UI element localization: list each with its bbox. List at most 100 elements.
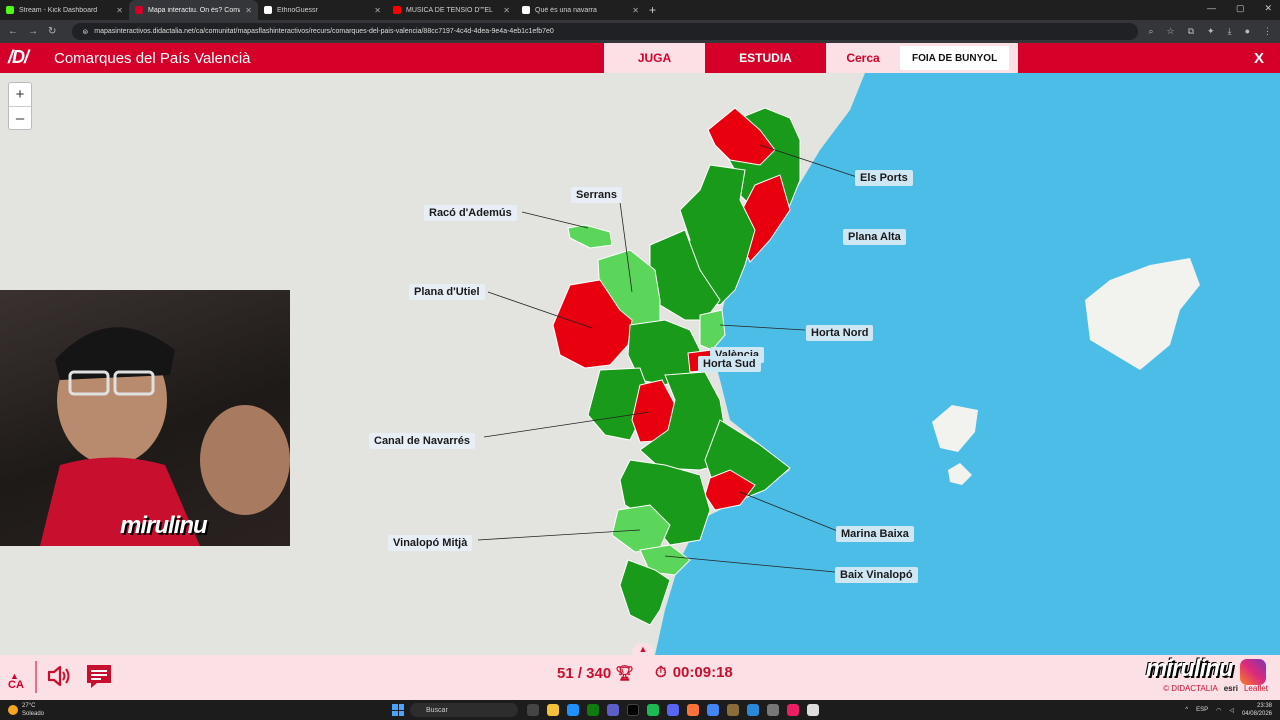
xbox-icon[interactable] xyxy=(587,704,599,716)
volume-icon[interactable]: ◁ xyxy=(1229,707,1234,714)
window-close-icon[interactable]: ✕ xyxy=(1264,3,1272,14)
taskbar-search[interactable]: Buscar xyxy=(410,703,518,717)
site-info-icon[interactable]: ⊜ xyxy=(82,28,88,36)
zoom-in-button[interactable]: + xyxy=(9,83,31,106)
teams-icon[interactable] xyxy=(607,704,619,716)
credit-esri[interactable]: esri xyxy=(1224,684,1238,693)
task-view-icon[interactable] xyxy=(527,704,539,716)
app-header: /D/ Comarques del País Valencià JUGA EST… xyxy=(0,43,1280,73)
close-game-button[interactable]: X xyxy=(1254,50,1264,67)
browser-tab-active[interactable]: Mapa interactiu. On és? Comarque ✕ xyxy=(129,0,258,20)
stopwatch-icon: ⏱︎ xyxy=(655,664,667,681)
downloads-icon[interactable]: ⤓ xyxy=(1228,26,1232,37)
app-icon[interactable] xyxy=(727,704,739,716)
tab-title: MÚSICA DE TENSIÓ D""EL xyxy=(406,6,493,14)
tab-close-icon[interactable]: ✕ xyxy=(503,6,510,15)
maximize-icon[interactable]: ▢ xyxy=(1236,3,1245,14)
tab-title: Stream - Kick Dashboard xyxy=(19,6,98,14)
search-prompt: Cerca FOIA DE BUNYOL xyxy=(826,43,1018,73)
tray-overflow-icon[interactable]: ^ xyxy=(1185,707,1188,713)
map-label-canal-de-navarres: Canal de Navarrés xyxy=(369,433,475,449)
game-footer: ▲ ▲ CA 51 / 340 🏆︎ ⏱︎ 00:09:18 mirulinu … xyxy=(0,643,1280,700)
map-label-horta-nord: Horta Nord xyxy=(806,325,874,341)
profile-avatar-icon[interactable]: ● xyxy=(1245,26,1250,37)
score-counter: 51 / 340 🏆︎ xyxy=(557,664,635,683)
clock[interactable]: 23:38 04/08/2026 xyxy=(1242,702,1272,718)
tab-title: Mapa interactiu. On és? Comarque xyxy=(148,6,240,14)
forward-icon[interactable]: → xyxy=(28,26,38,37)
browser-tab[interactable]: MÚSICA DE TENSIÓ D""EL ✕ xyxy=(387,0,516,20)
browser-tab[interactable]: Stream - Kick Dashboard ✕ xyxy=(0,0,129,20)
zoom-out-button[interactable]: – xyxy=(9,106,31,129)
streamer-brand: mirulinu xyxy=(1146,655,1266,685)
language-code: CA xyxy=(8,679,24,691)
url-field[interactable]: ⊜ mapasinteractivos.didactalia.net/ca/co… xyxy=(72,23,1139,40)
input-language[interactable]: ESP xyxy=(1196,707,1208,713)
tab-close-icon[interactable]: ✕ xyxy=(374,6,381,15)
wifi-icon[interactable]: ◠ xyxy=(1216,707,1221,714)
expand-chevron-icon[interactable]: ▲ xyxy=(632,643,654,655)
trophy-icon: 🏆︎ xyxy=(615,665,635,682)
tab-close-icon[interactable]: ✕ xyxy=(116,6,123,15)
clock-date: 04/08/2026 xyxy=(1241,711,1272,717)
tab-favicon-icon xyxy=(264,6,272,14)
search-target: FOIA DE BUNYOL xyxy=(900,46,1010,70)
new-tab-icon[interactable]: + xyxy=(649,3,656,17)
reload-icon[interactable]: ↻ xyxy=(48,26,56,37)
credit-didactalia[interactable]: © DIDACTALIA xyxy=(1163,684,1218,693)
tiktok-icon[interactable] xyxy=(627,704,639,716)
browser-tab-strip: Stream - Kick Dashboard ✕ Mapa interactiu… xyxy=(0,0,1280,20)
play-mode-tab[interactable]: JUGA xyxy=(604,43,705,73)
start-button-icon[interactable] xyxy=(392,704,404,716)
map-label-els-ports: Els Ports xyxy=(855,170,913,186)
zoom-page-icon[interactable]: ⌕ xyxy=(1148,26,1153,37)
minimize-icon[interactable]: — xyxy=(1207,3,1216,14)
browser-tab[interactable]: EthnoGuessr ✕ xyxy=(258,0,387,20)
tab-close-icon[interactable]: ✕ xyxy=(245,6,252,15)
browser-menu-icon[interactable]: ⋮ xyxy=(1263,26,1272,37)
weather-widget[interactable]: 27°C Soleado xyxy=(8,702,44,718)
study-mode-tab[interactable]: ESTUDIA xyxy=(706,43,825,73)
url-text: mapasinteractivos.didactalia.net/ca/comu… xyxy=(94,28,554,35)
taskbar-apps xyxy=(527,704,819,716)
browser-toolbar-icons: ⌕ ☆ ⧉ ✦ ⤓ ● ⋮ xyxy=(1148,26,1272,37)
sound-icon[interactable] xyxy=(46,663,72,689)
tab-favicon-icon xyxy=(522,6,530,14)
spotify-icon[interactable] xyxy=(647,704,659,716)
chat-icon[interactable] xyxy=(85,662,113,690)
file-explorer-icon[interactable] xyxy=(547,704,559,716)
map-label-marina-baixa: Marina Baixa xyxy=(836,526,914,542)
window-controls: — ▢ ✕ xyxy=(1207,3,1272,14)
back-icon[interactable]: ← xyxy=(8,26,18,37)
tab-close-icon[interactable]: ✕ xyxy=(632,6,639,15)
map-credits: © DIDACTALIA esri Leaflet xyxy=(1163,684,1268,693)
score-value: 51 / 340 xyxy=(557,664,612,682)
tab-favicon-icon xyxy=(393,6,401,14)
tab-title: Què és una navarra xyxy=(535,6,597,14)
extension-icon[interactable]: ⧉ xyxy=(1188,26,1194,37)
address-bar-row: ← → ↻ ⊜ mapasinteractivos.didactalia.net… xyxy=(0,20,1280,43)
map-label-horta-sud: Horta Sud xyxy=(698,356,761,372)
edge-icon[interactable] xyxy=(567,704,579,716)
didactalia-logo: /D/ xyxy=(8,47,29,67)
sun-icon xyxy=(8,705,18,715)
chrome-icon[interactable] xyxy=(707,704,719,716)
credit-leaflet[interactable]: Leaflet xyxy=(1244,684,1268,693)
language-selector[interactable]: ▲ CA xyxy=(8,671,24,691)
firefox-icon[interactable] xyxy=(687,704,699,716)
app-icon[interactable] xyxy=(807,704,819,716)
discord-icon[interactable] xyxy=(667,704,679,716)
extensions-icon[interactable]: ✦ xyxy=(1207,26,1215,37)
taskbar-search-label: Buscar xyxy=(426,706,448,714)
app-icon[interactable] xyxy=(747,704,759,716)
app-icon[interactable] xyxy=(767,704,779,716)
browser-tab[interactable]: Què és una navarra ✕ xyxy=(516,0,645,20)
bookmark-star-icon[interactable]: ☆ xyxy=(1167,26,1175,37)
instagram-icon xyxy=(1240,658,1266,685)
map-label-raco-d-ademus: Racó d'Ademús xyxy=(424,205,517,221)
os-taskbar: 27°C Soleado Buscar ^ ESP ◠ ◁ 23:38 04/08/… xyxy=(0,700,1280,720)
app-icon[interactable] xyxy=(787,704,799,716)
search-label: Cerca xyxy=(846,51,880,65)
map-label-serrans: Serrans xyxy=(571,187,622,203)
page-title: Comarques del País Valencià xyxy=(54,50,251,67)
